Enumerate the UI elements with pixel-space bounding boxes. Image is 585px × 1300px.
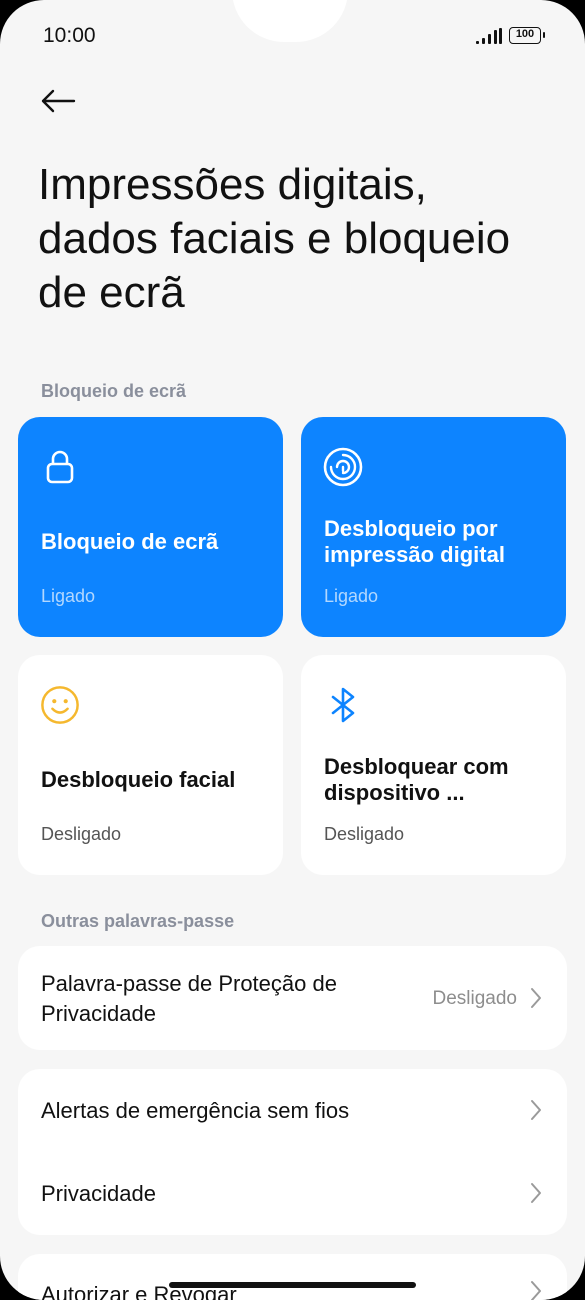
chevron-right-icon bbox=[531, 1100, 541, 1120]
status-time: 10:00 bbox=[43, 24, 96, 47]
smiley-face-icon bbox=[40, 685, 80, 725]
tile-status: Ligado bbox=[324, 586, 379, 606]
row-value: Desligado bbox=[432, 988, 518, 1009]
row-label: Alertas de emergência sem fios bbox=[41, 1098, 350, 1123]
section-header-other-passwords: Outras palavras-passe bbox=[41, 911, 235, 931]
padlock-icon bbox=[40, 447, 80, 487]
chevron-right-icon bbox=[531, 1183, 541, 1203]
chevron-right-icon bbox=[531, 988, 541, 1008]
tile-title: Desbloqueio por impressão digital bbox=[324, 516, 505, 567]
chevron-right-icon bbox=[531, 1281, 541, 1300]
row-emergency-alerts[interactable]: Alertas de emergência sem fios bbox=[18, 1069, 567, 1152]
section-header-screen-lock: Bloqueio de ecrã bbox=[41, 381, 187, 401]
tile-status: Ligado bbox=[41, 586, 96, 606]
signal-bars-icon bbox=[476, 27, 502, 44]
tile-screen-lock[interactable]: Bloqueio de ecrã Ligado bbox=[18, 417, 283, 637]
bluetooth-icon bbox=[323, 685, 363, 725]
tile-status: Desligado bbox=[41, 824, 122, 844]
tile-title: Desbloqueio facial bbox=[41, 767, 236, 792]
battery-icon: 100 bbox=[509, 27, 545, 44]
privacy-password-card: Palavra-passe de Proteção de Privacidade… bbox=[18, 946, 567, 1050]
row-privacy-password[interactable]: Palavra-passe de Proteção de Privacidade… bbox=[18, 946, 567, 1050]
authorize-card: Autorizar e Revogar bbox=[18, 1254, 567, 1300]
tile-title: Desbloquear com dispositivo ... bbox=[324, 754, 509, 805]
fingerprint-icon bbox=[323, 447, 363, 487]
settings-card: Alertas de emergência sem fios Privacida… bbox=[18, 1069, 567, 1235]
row-label: Privacidade bbox=[41, 1181, 156, 1206]
tile-face-unlock[interactable]: Desbloqueio facial Desligado bbox=[18, 655, 283, 875]
tile-title: Bloqueio de ecrã bbox=[41, 529, 219, 554]
page-title: Impressões digitais, dados faciais e blo… bbox=[38, 160, 511, 317]
tile-device-unlock[interactable]: Desbloquear com dispositivo ... Desligad… bbox=[301, 655, 566, 875]
status-indicators: 100 bbox=[475, 27, 545, 44]
tile-fingerprint-unlock[interactable]: Desbloqueio por impressão digital Ligado bbox=[301, 417, 566, 637]
tile-status: Desligado bbox=[324, 824, 405, 844]
arrow-left-icon bbox=[41, 89, 76, 113]
row-privacy[interactable]: Privacidade bbox=[18, 1152, 567, 1235]
row-label: Palavra-passe de Proteção de Privacidade bbox=[41, 971, 337, 1026]
back-button[interactable] bbox=[38, 84, 78, 118]
home-indicator[interactable] bbox=[169, 1282, 416, 1288]
phone-screen: 10:00 100 Impressões digitais, dados fac… bbox=[0, 0, 585, 1300]
status-bar: 10:00 100 bbox=[0, 0, 585, 70]
row-authorize-revoke[interactable]: Autorizar e Revogar bbox=[18, 1254, 567, 1300]
